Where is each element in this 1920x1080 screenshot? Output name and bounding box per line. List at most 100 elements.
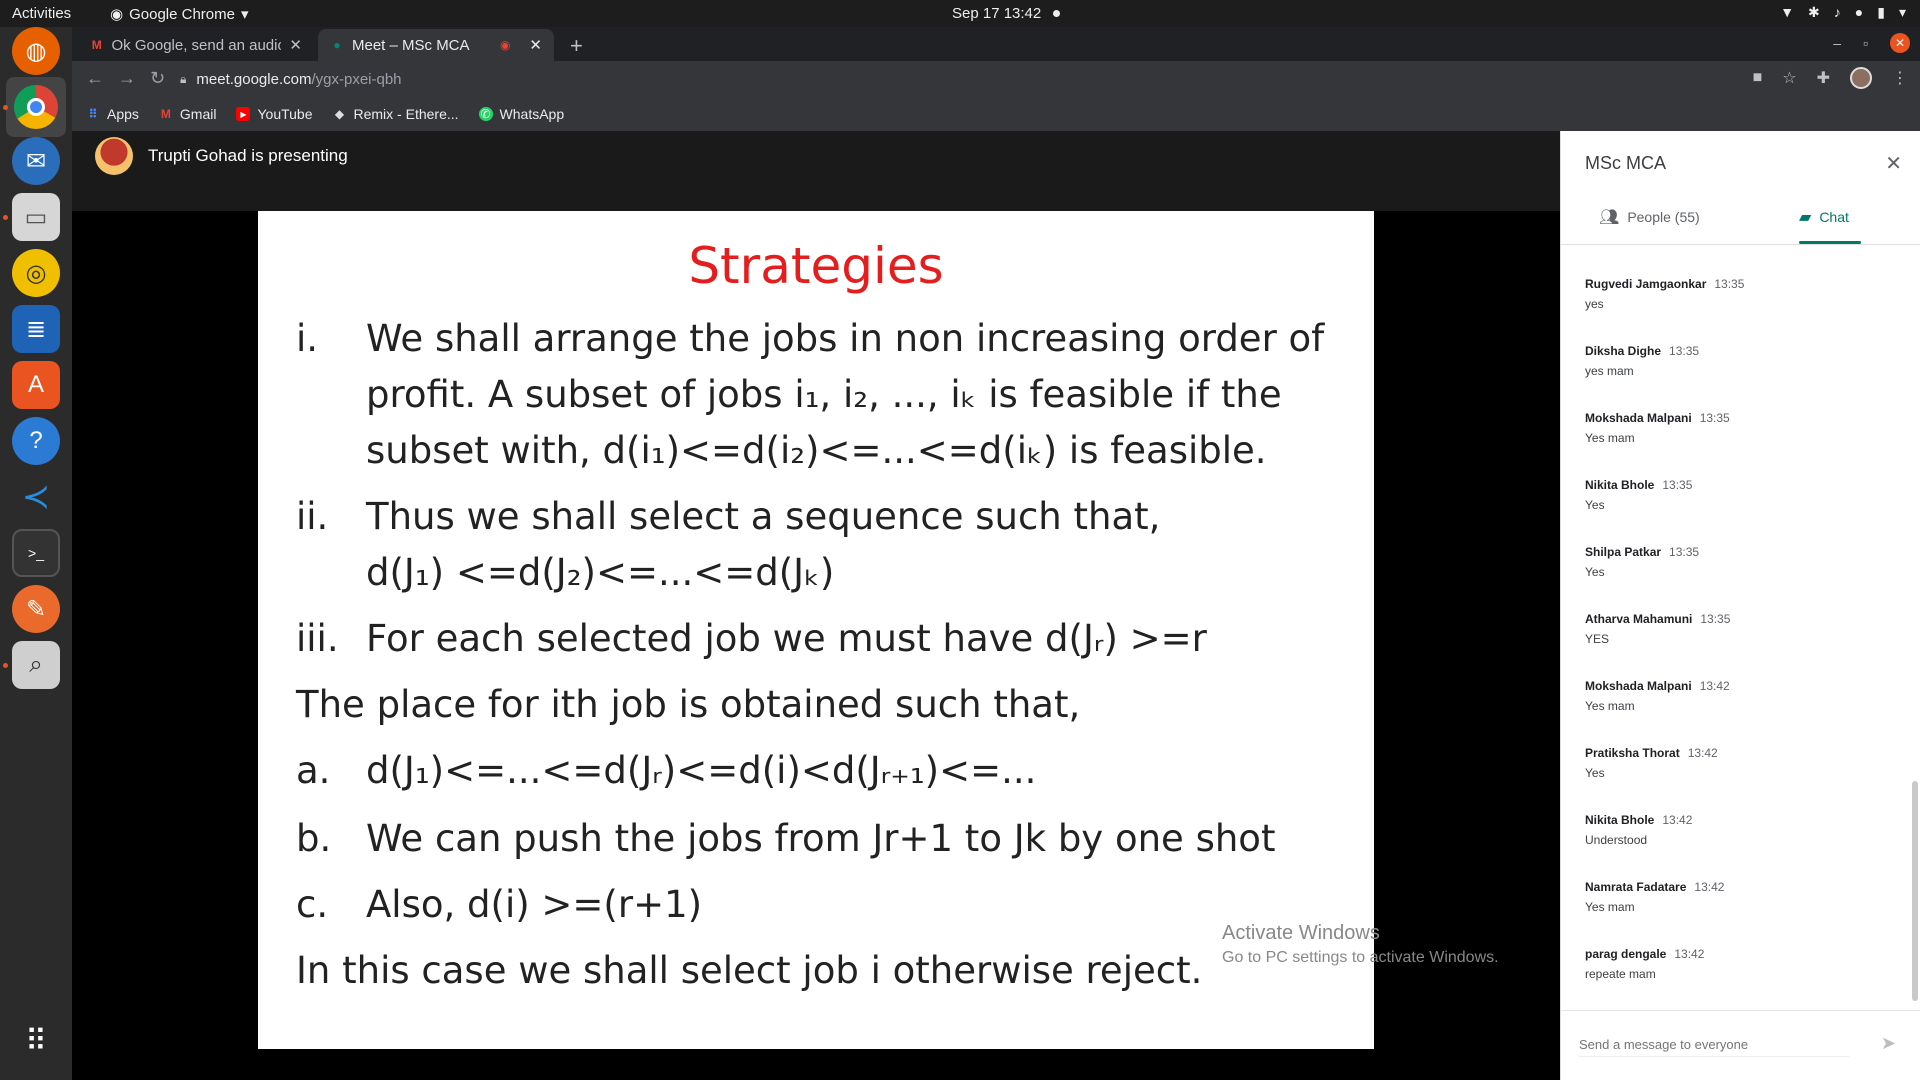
- message-time: 13:42: [1694, 880, 1725, 894]
- system-tray[interactable]: ▼ ✱ ♪ ● ▮ ▾: [1780, 4, 1906, 21]
- meeting-title: MSc MCA: [1585, 153, 1666, 173]
- rhythmbox-icon[interactable]: ◎: [12, 249, 60, 297]
- presenter-bar: Trupti Gohad is presenting: [72, 131, 1560, 211]
- camera-icon[interactable]: ■: [1753, 69, 1763, 87]
- slide-line-text: Thus we shall select a sequence such tha…: [366, 495, 1161, 538]
- bookmarks-bar: ⠿ Apps M Gmail ▶ YouTube ◆ Remix - Ethere...…: [72, 97, 1920, 131]
- message-author: Namrata Fadatare: [1585, 880, 1687, 894]
- message-author: Atharva Mahamuni: [1585, 612, 1693, 626]
- minimize-icon[interactable]: –: [1833, 35, 1841, 51]
- chat-message: Atharva Mahamuni 13:35 YES: [1585, 612, 1730, 646]
- address-bar[interactable]: 🔒︎ meet.google.com/ygx-pxei-qbh: [180, 65, 1710, 93]
- message-author: Pratiksha Thorat: [1585, 746, 1680, 760]
- profile-avatar[interactable]: [1850, 67, 1872, 89]
- tab-people[interactable]: 👥︎ People (55): [1599, 207, 1700, 227]
- restore-icon[interactable]: ▫: [1863, 35, 1868, 51]
- terminal-icon[interactable]: >_: [12, 529, 60, 577]
- screenshot-icon[interactable]: ⌕: [12, 641, 60, 689]
- slide-line-text: The place for ith job is obtained such t…: [296, 683, 1081, 726]
- vscode-icon[interactable]: ≺: [12, 473, 60, 521]
- bookmark-whatsapp[interactable]: ✆ WhatsApp: [478, 106, 565, 122]
- bookmark-label: Apps: [107, 106, 139, 122]
- send-icon[interactable]: ➤: [1881, 1033, 1896, 1054]
- chat-message: Shilpa Patkar 13:35 Yes: [1585, 545, 1699, 579]
- help-icon[interactable]: ?: [12, 417, 60, 465]
- gmail-icon: M: [91, 38, 102, 52]
- postman-icon[interactable]: ✎: [12, 585, 60, 633]
- software-center-icon[interactable]: A: [12, 361, 60, 409]
- tab-title: Ok Google, send an audio: [111, 36, 282, 54]
- tab-meet[interactable]: ● Meet – MSc MCA ◉ ✕: [318, 29, 554, 61]
- wifi-icon: ▼: [1780, 4, 1795, 20]
- recording-icon: ◉: [500, 38, 511, 52]
- message-text: yes: [1585, 297, 1604, 311]
- forward-icon[interactable]: →: [118, 68, 136, 89]
- bluetooth-icon: ✱: [1808, 4, 1820, 20]
- microphone-icon: ●: [1854, 4, 1864, 20]
- slide-line-text: d(J₁) <=d(J₂)<=...<=d(Jₖ): [366, 551, 835, 594]
- chat-message-input[interactable]: [1579, 1033, 1849, 1057]
- thunderbird-icon[interactable]: ✉: [12, 137, 60, 185]
- message-text: Yes: [1585, 565, 1605, 579]
- chat-message: Mokshada Malpani 13:42 Yes mam: [1585, 679, 1730, 713]
- youtube-icon: ▶: [236, 107, 251, 121]
- close-icon[interactable]: ✕: [529, 36, 542, 54]
- bookmark-label: YouTube: [257, 106, 313, 122]
- presenter-avatar: [95, 137, 133, 175]
- notification-dot: [1053, 10, 1060, 17]
- firefox-icon[interactable]: ◍: [12, 27, 60, 75]
- watermark-subtitle: Go to PC settings to activate Windows.: [1222, 949, 1499, 966]
- bookmark-youtube[interactable]: ▶ YouTube: [236, 106, 313, 122]
- reload-icon[interactable]: ↻: [150, 68, 165, 89]
- message-time: 13:42: [1687, 746, 1718, 760]
- ubuntu-dock: ◍ ✉ ▭ ◎ ≣ A ? ≺ >_ ✎ ⌕ ⠿: [0, 27, 72, 1080]
- extensions-icon[interactable]: ✚: [1817, 68, 1830, 88]
- url-host: meet.google.com: [196, 70, 312, 88]
- message-author: Mokshada Malpani: [1585, 411, 1692, 425]
- remix-icon: ◆: [334, 107, 345, 121]
- star-icon[interactable]: ☆: [1782, 68, 1796, 88]
- window-close-button[interactable]: ✕: [1890, 33, 1910, 53]
- slide-line-text: profit. A subset of jobs i₁, i₂, ..., iₖ…: [366, 373, 1282, 416]
- chat-message: Namrata Fadatare 13:42 Yes mam: [1585, 880, 1724, 914]
- slide-line-text: subset with, d(i₁)<=d(i₂)<=...<=d(iₖ) is…: [366, 429, 1267, 472]
- close-panel-icon[interactable]: ✕: [1885, 151, 1902, 176]
- slide-line-label: b.: [296, 817, 332, 860]
- tab-chat[interactable]: ▰ Chat: [1799, 207, 1849, 227]
- message-text: yes mam: [1585, 364, 1634, 378]
- chat-message: Rugvedi Jamgaonkar 13:35 yes: [1585, 277, 1744, 311]
- whatsapp-icon: ✆: [478, 107, 493, 121]
- lock-icon: 🔒︎: [180, 71, 187, 86]
- message-author: Rugvedi Jamgaonkar: [1585, 277, 1707, 291]
- bookmark-gmail[interactable]: M Gmail: [159, 106, 217, 122]
- new-tab-button[interactable]: +: [570, 33, 583, 59]
- app-menu[interactable]: ◉ Google Chrome ▾: [110, 5, 249, 24]
- message-text: Understood: [1585, 833, 1648, 847]
- show-applications-icon[interactable]: ⠿: [12, 1017, 60, 1065]
- slide-line-text: We can push the jobs from Jr+1 to Jk by …: [366, 817, 1276, 860]
- chrome-toolbar: ← → ↻ 🔒︎ meet.google.com/ygx-pxei-qbh ■ …: [72, 61, 1920, 97]
- files-icon[interactable]: ▭: [12, 193, 60, 241]
- slide-line-label: iii.: [296, 617, 339, 660]
- message-text: Yes mam: [1585, 431, 1635, 445]
- back-icon[interactable]: ←: [86, 68, 104, 89]
- message-author: Nikita Bhole: [1585, 813, 1655, 827]
- message-time: 13:35: [1669, 344, 1700, 358]
- gnome-top-bar: Activities ◉ Google Chrome ▾ Sep 17 13:4…: [0, 0, 1920, 27]
- bookmark-label: WhatsApp: [499, 106, 565, 122]
- caret-down-icon: ▾: [240, 6, 249, 23]
- tab-gmail[interactable]: M Ok Google, send an audio ✕: [78, 29, 314, 61]
- message-author: parag dengale: [1585, 947, 1667, 961]
- activities-button[interactable]: Activities: [12, 5, 71, 22]
- bookmark-apps[interactable]: ⠿ Apps: [86, 106, 139, 122]
- close-icon[interactable]: ✕: [289, 36, 302, 54]
- message-time: 13:35: [1669, 545, 1700, 559]
- more-menu-icon[interactable]: ⋮: [1892, 68, 1908, 88]
- slide-line-label: i.: [296, 317, 319, 360]
- writer-icon[interactable]: ≣: [12, 305, 60, 353]
- battery-icon: ▮: [1877, 4, 1885, 20]
- chat-scrollbar[interactable]: [1912, 781, 1918, 1001]
- chrome-dock-item[interactable]: [6, 77, 66, 137]
- clock[interactable]: Sep 17 13:42: [952, 5, 1041, 22]
- bookmark-remix[interactable]: ◆ Remix - Ethere...: [333, 106, 459, 122]
